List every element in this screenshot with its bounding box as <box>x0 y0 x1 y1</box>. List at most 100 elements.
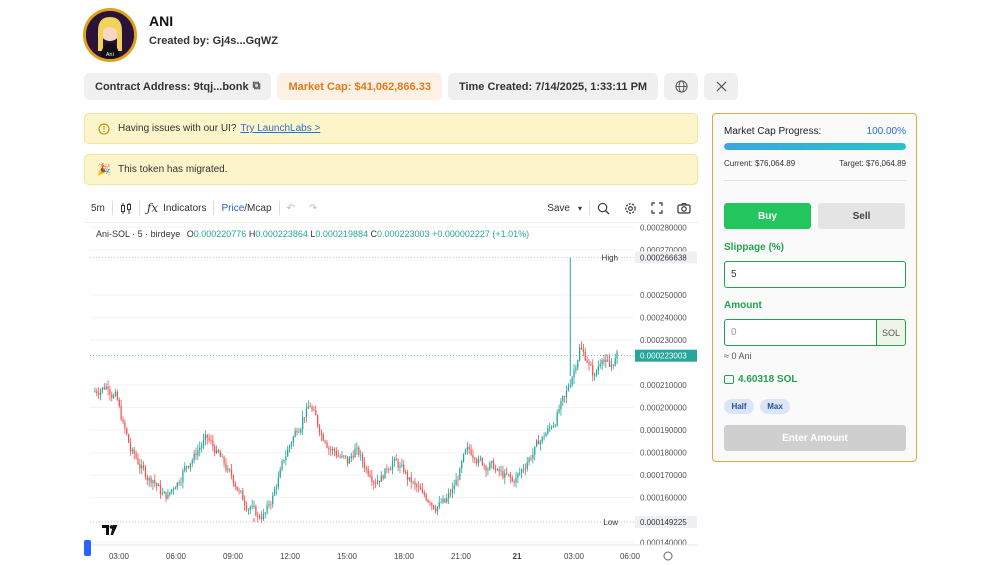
launchlabs-link[interactable]: Try LaunchLabs > <box>240 123 320 134</box>
candle-body <box>360 454 362 456</box>
x-tick-label: 06:00 <box>620 552 641 561</box>
candle-body <box>229 469 231 471</box>
candle-body <box>492 461 495 469</box>
sol-balance[interactable]: 4.60318 SOL <box>724 374 797 385</box>
candle-body <box>509 474 512 478</box>
candle-body <box>554 425 556 427</box>
low-label: Low <box>603 518 618 527</box>
candle-body <box>520 469 523 473</box>
mcap-option[interactable]: /Mcap <box>244 203 271 214</box>
candle-body <box>107 386 109 390</box>
progress-label: Market Cap Progress: <box>724 126 822 137</box>
candle-body <box>148 477 150 481</box>
candle-body <box>208 438 210 441</box>
candle-body <box>240 490 242 492</box>
candle-body <box>193 453 195 461</box>
candle-body <box>539 441 541 445</box>
candle-body <box>206 434 208 439</box>
candle-body <box>292 436 294 443</box>
website-button[interactable] <box>664 73 699 100</box>
indicators-button[interactable]: ƒx Indicators <box>140 196 214 220</box>
amount-input[interactable]: 0 <box>724 319 877 346</box>
sell-tab-button[interactable]: Sell <box>818 203 905 229</box>
candle-body <box>367 468 369 475</box>
candle-body <box>298 432 300 434</box>
candle-body <box>245 505 248 510</box>
candle-body <box>199 447 201 451</box>
candle-body <box>124 422 126 429</box>
candle-body <box>96 391 98 394</box>
market-cap-progress-header: Market Cap Progress: 100.00% <box>724 126 906 137</box>
price-axis[interactable] <box>634 223 698 566</box>
candle-body <box>550 427 553 428</box>
candle-body <box>543 436 545 438</box>
candle-body <box>311 406 313 410</box>
chart-sidebar-toggle[interactable] <box>84 540 91 556</box>
candle-body <box>487 469 489 471</box>
interval-label: 5m <box>91 202 105 214</box>
y-tick-label: 0.000240000 <box>640 313 687 322</box>
candle-body <box>586 360 588 363</box>
candle-body <box>369 474 371 477</box>
candle-body <box>418 486 420 488</box>
candle-body <box>200 445 203 448</box>
copy-icon[interactable]: ⧉ <box>253 80 261 93</box>
candle-body <box>403 464 405 472</box>
candle-body <box>187 466 190 468</box>
candlestick-chart[interactable]: 0.0002800000.0002700000.0002500000.00024… <box>84 223 698 566</box>
x-tick-label: 15:00 <box>337 552 358 561</box>
candle-body <box>337 455 339 457</box>
candle-body <box>468 447 470 450</box>
candle-body <box>382 475 384 479</box>
snapshot-button[interactable] <box>670 196 698 220</box>
candle-body <box>541 436 543 442</box>
candle-body <box>530 458 532 460</box>
candle-body <box>560 401 562 410</box>
interval-button[interactable]: 5m <box>84 196 112 220</box>
candle-body <box>113 395 115 398</box>
quick-search-button[interactable] <box>590 196 617 220</box>
candle-body <box>152 480 154 484</box>
price-option[interactable]: Price <box>221 203 244 214</box>
candle-body <box>270 503 272 505</box>
candle-body <box>290 442 293 446</box>
chevron-down-icon: ▾ <box>577 203 582 213</box>
candle-body <box>281 461 283 470</box>
candle-body <box>260 517 263 520</box>
price-mcap-toggle[interactable]: Price/Mcap <box>214 196 278 220</box>
time-created-pill: Time Created: 7/14/2025, 1:33:11 PM <box>447 73 659 100</box>
market-cap-text: Market Cap: $41,062,866.33 <box>288 80 431 93</box>
half-button[interactable]: Half <box>724 399 754 414</box>
buy-tab-button[interactable]: Buy <box>724 203 811 229</box>
slippage-input[interactable]: 5 <box>724 261 906 288</box>
fullscreen-button[interactable] <box>644 196 670 220</box>
enter-amount-button[interactable]: Enter Amount <box>724 425 906 451</box>
candle-body <box>406 471 409 480</box>
candle-body <box>300 429 302 433</box>
candle-body <box>442 498 444 503</box>
settings-button[interactable] <box>617 196 644 220</box>
candle-body <box>466 447 468 450</box>
redo-button[interactable]: ↷ <box>302 196 324 220</box>
contract-address-pill[interactable]: Contract Address: 9tqj...bonk ⧉ <box>84 73 272 100</box>
chart-type-button[interactable] <box>113 196 139 220</box>
candle-body <box>221 456 223 458</box>
candle-body <box>352 455 354 458</box>
anime-avatar-icon: Ani <box>86 11 134 59</box>
x-tick-label: 06:00 <box>166 552 187 561</box>
party-popper-icon: 🎉 <box>97 164 111 176</box>
candle-body <box>279 469 281 478</box>
candle-body <box>156 483 158 487</box>
candle-body <box>99 390 102 396</box>
time-created-text: Time Created: 7/14/2025, 1:33:11 PM <box>458 80 648 93</box>
candle-body <box>109 389 111 395</box>
candle-body <box>607 359 609 361</box>
max-button[interactable]: Max <box>760 399 790 414</box>
undo-button[interactable]: ↶ <box>280 196 302 220</box>
x-twitter-button[interactable] <box>704 73 739 100</box>
save-button[interactable]: Save ▾ <box>540 196 589 220</box>
price-chart[interactable]: 0.000280000 0.000270000 0.000250000 0.00024… <box>84 222 698 566</box>
candle-body <box>494 468 497 471</box>
candle-body <box>388 469 390 471</box>
candle-body <box>453 485 455 489</box>
